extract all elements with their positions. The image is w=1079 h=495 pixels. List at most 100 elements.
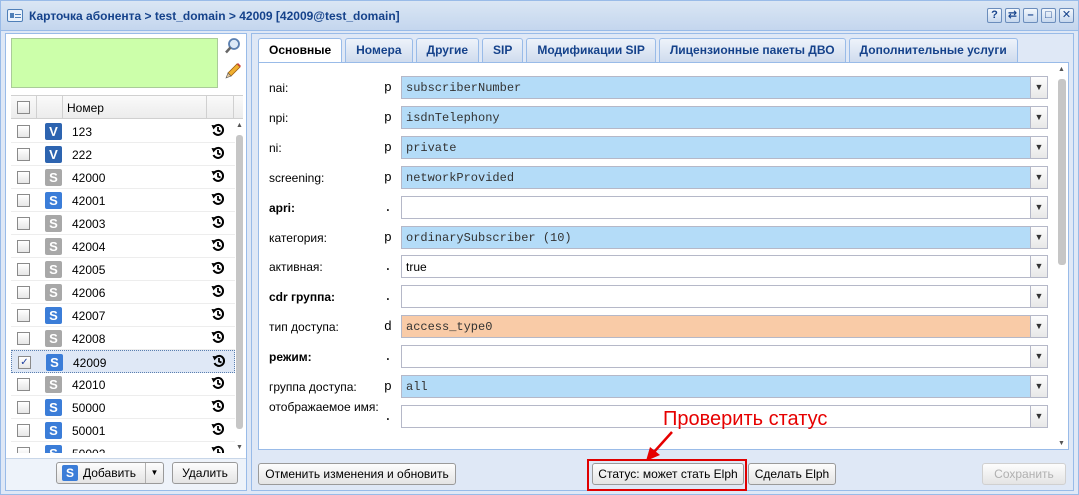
history-icon[interactable] <box>211 238 225 256</box>
field-select[interactable]: isdnTelephony ▼ <box>401 105 1048 129</box>
field-value: private <box>406 140 457 155</box>
row-checkbox[interactable]: ✓ <box>18 356 31 369</box>
dropdown-arrow-icon[interactable]: ▼ <box>1030 136 1047 158</box>
tab-4[interactable]: Модификации SIP <box>526 38 656 62</box>
dropdown-arrow-icon[interactable]: ▼ <box>1030 316 1047 338</box>
history-icon[interactable] <box>211 169 225 187</box>
list-item[interactable]: S 42003 <box>11 212 235 235</box>
history-icon[interactable] <box>211 399 225 417</box>
history-icon[interactable] <box>211 215 225 233</box>
row-checkbox[interactable] <box>17 125 30 138</box>
list-item[interactable]: S 42008 <box>11 327 235 350</box>
list-item-number: 50002 <box>72 447 105 453</box>
history-icon[interactable] <box>211 146 225 164</box>
field-select[interactable]: networkProvided ▼ <box>401 165 1048 189</box>
field-select[interactable]: private ▼ <box>401 135 1048 159</box>
row-checkbox[interactable] <box>17 401 30 414</box>
dropdown-arrow-icon[interactable]: ▼ <box>1030 196 1047 218</box>
row-checkbox[interactable] <box>17 447 30 453</box>
history-icon[interactable] <box>211 376 225 394</box>
list-scrollbar[interactable]: ▲ ▼ <box>235 120 244 453</box>
row-checkbox[interactable] <box>17 240 30 253</box>
field-select[interactable]: ordinarySubscriber (10) ▼ <box>401 225 1048 249</box>
dropdown-arrow-icon[interactable]: ▼ <box>1030 376 1047 397</box>
field-select[interactable]: ▼ <box>401 285 1048 309</box>
list-item[interactable]: S 42001 <box>11 189 235 212</box>
field-select[interactable]: all ▼ <box>401 375 1048 398</box>
row-checkbox[interactable] <box>17 263 30 276</box>
field-select[interactable]: subscriberNumber ▼ <box>401 76 1048 99</box>
help-icon[interactable]: ? <box>987 8 1002 23</box>
list-item[interactable]: V 222 <box>11 143 235 166</box>
list-item[interactable]: S 42000 <box>11 166 235 189</box>
row-checkbox[interactable] <box>17 286 30 299</box>
row-checkbox[interactable] <box>17 194 30 207</box>
tab-1[interactable]: Номера <box>345 38 413 62</box>
close-icon[interactable]: ✕ <box>1059 8 1074 23</box>
field-source-prefix: . <box>384 289 392 305</box>
dropdown-arrow-icon[interactable]: ▼ <box>1030 405 1047 427</box>
history-icon[interactable] <box>211 284 225 302</box>
dropdown-arrow-icon[interactable]: ▼ <box>1030 77 1047 98</box>
list-item[interactable]: S 50000 <box>11 396 235 419</box>
history-icon[interactable] <box>211 330 225 348</box>
delete-button[interactable]: Удалить <box>172 462 238 484</box>
tab-6[interactable]: Дополнительные услуги <box>848 38 1018 62</box>
maximize-icon[interactable]: □ <box>1041 8 1056 23</box>
row-checkbox[interactable] <box>17 378 30 391</box>
form-scrollbar[interactable]: ▲ ▼ <box>1056 65 1067 449</box>
dropdown-arrow-icon[interactable]: ▼ <box>1030 256 1047 278</box>
minimize-icon[interactable]: – <box>1023 8 1038 23</box>
row-checkbox[interactable] <box>17 171 30 184</box>
list-item[interactable]: S 42004 <box>11 235 235 258</box>
history-icon[interactable] <box>211 422 225 440</box>
row-checkbox[interactable] <box>17 424 30 437</box>
list-item[interactable]: S 50002 <box>11 442 235 453</box>
make-elph-button[interactable]: Сделать Elph <box>748 463 836 485</box>
refresh-icon[interactable]: ⇄ <box>1005 8 1020 23</box>
list-item[interactable]: S 42005 <box>11 258 235 281</box>
magnifier-icon[interactable] <box>222 37 244 59</box>
list-item[interactable]: S 50001 <box>11 419 235 442</box>
tab-0[interactable]: Основные <box>258 38 343 63</box>
list-item[interactable]: S 42010 <box>11 373 235 396</box>
form-scrollbar-thumb[interactable] <box>1058 79 1066 265</box>
history-icon[interactable] <box>212 354 226 372</box>
list-item[interactable]: V 123 <box>11 120 235 143</box>
dropdown-arrow-icon[interactable]: ▼ <box>1030 226 1047 248</box>
tab-5[interactable]: Лицензионные пакеты ДВО <box>658 38 846 62</box>
subscriber-type-icon: S <box>45 445 62 453</box>
pencil-icon[interactable] <box>222 62 244 84</box>
field-select[interactable]: access_type0 ▼ <box>401 315 1048 339</box>
field-select[interactable]: ▼ <box>401 345 1048 369</box>
history-icon[interactable] <box>211 192 225 210</box>
dropdown-arrow-icon[interactable]: ▼ <box>1030 166 1047 188</box>
tab-2[interactable]: Другие <box>415 38 479 62</box>
list-item[interactable]: S 42007 <box>11 304 235 327</box>
add-button[interactable]: S Добавить ▼ <box>56 462 164 484</box>
row-checkbox[interactable] <box>17 148 30 161</box>
list-item[interactable]: ✓ S 42009 <box>11 350 235 373</box>
add-dropdown-arrow-icon[interactable]: ▼ <box>145 463 163 483</box>
dropdown-arrow-icon[interactable]: ▼ <box>1030 286 1047 308</box>
search-area[interactable] <box>11 38 218 88</box>
row-checkbox[interactable] <box>17 332 30 345</box>
column-header-number[interactable]: Номер <box>67 101 104 115</box>
field-select[interactable]: true ▼ <box>401 255 1048 279</box>
history-icon[interactable] <box>211 445 225 453</box>
history-icon[interactable] <box>211 261 225 279</box>
row-checkbox[interactable] <box>17 309 30 322</box>
dropdown-arrow-icon[interactable]: ▼ <box>1030 106 1047 128</box>
tab-3[interactable]: SIP <box>482 38 524 62</box>
list-item[interactable]: S 42006 <box>11 281 235 304</box>
history-icon[interactable] <box>211 307 225 325</box>
row-checkbox[interactable] <box>17 217 30 230</box>
list-scrollbar-thumb[interactable] <box>236 135 243 429</box>
save-button[interactable]: Сохранить <box>982 463 1066 485</box>
dropdown-arrow-icon[interactable]: ▼ <box>1030 346 1047 368</box>
history-icon[interactable] <box>211 123 225 141</box>
reset-refresh-button[interactable]: Отменить изменения и обновить <box>258 463 456 485</box>
select-all-checkbox[interactable] <box>17 101 30 114</box>
window-title: Карточка абонента > test_domain > 42009 … <box>29 9 400 23</box>
field-select[interactable]: ▼ <box>401 195 1048 219</box>
